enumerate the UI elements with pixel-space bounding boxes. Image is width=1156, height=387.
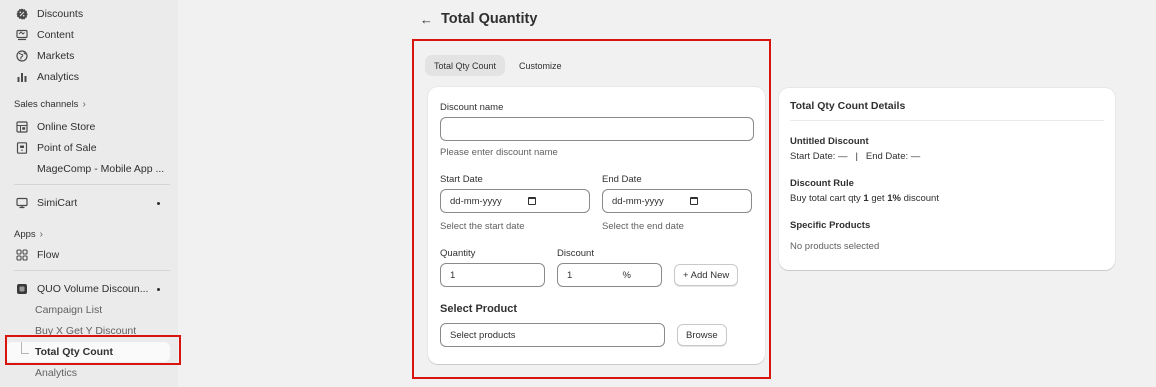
sidebar-item-analytics-sub[interactable]: Analytics — [6, 363, 170, 383]
page-title: Total Quantity — [441, 11, 538, 27]
discount-icon — [16, 8, 28, 20]
pos-icon — [16, 142, 28, 154]
highlight-box — [5, 335, 181, 365]
sidebar-item-label: Analytics — [37, 71, 80, 83]
sidebar-item-campaign-list[interactable]: Campaign List — [6, 300, 170, 320]
sidebar-item-simicart[interactable]: SimiCart — [6, 193, 170, 213]
sidebar-item-label: SimiCart — [37, 197, 78, 209]
sidebar-item-markets[interactable]: Markets — [6, 46, 170, 66]
sidebar-item-label: Flow — [37, 249, 60, 261]
discount-rule-heading: Discount Rule — [790, 178, 854, 189]
sidebar-item-online-store[interactable]: Online Store — [6, 117, 170, 137]
arrow-left-icon[interactable]: ← — [420, 12, 433, 27]
apps-header[interactable]: Apps › — [14, 229, 43, 240]
simicart-icon — [16, 197, 28, 209]
sidebar-item-label: Content — [37, 29, 74, 41]
sidebar-item-discounts[interactable]: Discounts — [6, 4, 170, 24]
pin-dot — [157, 202, 160, 205]
no-products-text: No products selected — [790, 241, 880, 252]
sidebar-item-label: QUO Volume Discoun... — [37, 283, 149, 295]
highlight-box — [412, 39, 771, 379]
sidebar: Discounts Content Markets Analytics Sale… — [0, 0, 178, 387]
sidebar-item-quo-volume-discount[interactable]: QUO Volume Discoun... — [6, 279, 170, 299]
details-card: Total Qty Count Details Untitled Discoun… — [779, 88, 1115, 270]
store-icon — [16, 121, 28, 133]
divider — [790, 120, 1104, 121]
sidebar-item-point-of-sale[interactable]: Point of Sale — [6, 138, 170, 158]
discount-title: Untitled Discount — [790, 136, 869, 147]
bar-chart-icon — [16, 71, 28, 83]
specific-products-heading: Specific Products — [790, 220, 871, 231]
sidebar-item-analytics[interactable]: Analytics — [6, 67, 170, 87]
sidebar-item-label: MageComp - Mobile App ... — [37, 163, 165, 175]
sidebar-item-label: Online Store — [37, 121, 96, 133]
date-range-text: Start Date: — | End Date: — — [790, 151, 921, 162]
details-title: Total Qty Count Details — [790, 100, 906, 112]
sidebar-item-flow[interactable]: Flow — [6, 245, 170, 265]
pin-dot — [157, 288, 160, 291]
app-icon — [16, 283, 28, 295]
chevron-right-icon: › — [82, 99, 86, 110]
divider — [14, 270, 170, 271]
globe-icon — [16, 50, 28, 62]
sales-channels-header[interactable]: Sales channels › — [14, 99, 86, 110]
sidebar-item-label: Markets — [37, 50, 75, 62]
flow-icon — [16, 249, 28, 261]
discount-rule-text: Buy total cart qty 1 get 1% discount — [790, 193, 939, 204]
divider — [14, 184, 170, 185]
sidebar-item-magecomp[interactable]: MageComp - Mobile App ... — [6, 159, 170, 179]
content-icon — [16, 29, 28, 41]
sidebar-item-label: Discounts — [37, 8, 84, 20]
sidebar-item-label: Point of Sale — [37, 142, 97, 154]
page-header: ← Total Quantity — [420, 11, 537, 27]
chevron-right-icon: › — [39, 229, 43, 240]
sidebar-item-content[interactable]: Content — [6, 25, 170, 45]
